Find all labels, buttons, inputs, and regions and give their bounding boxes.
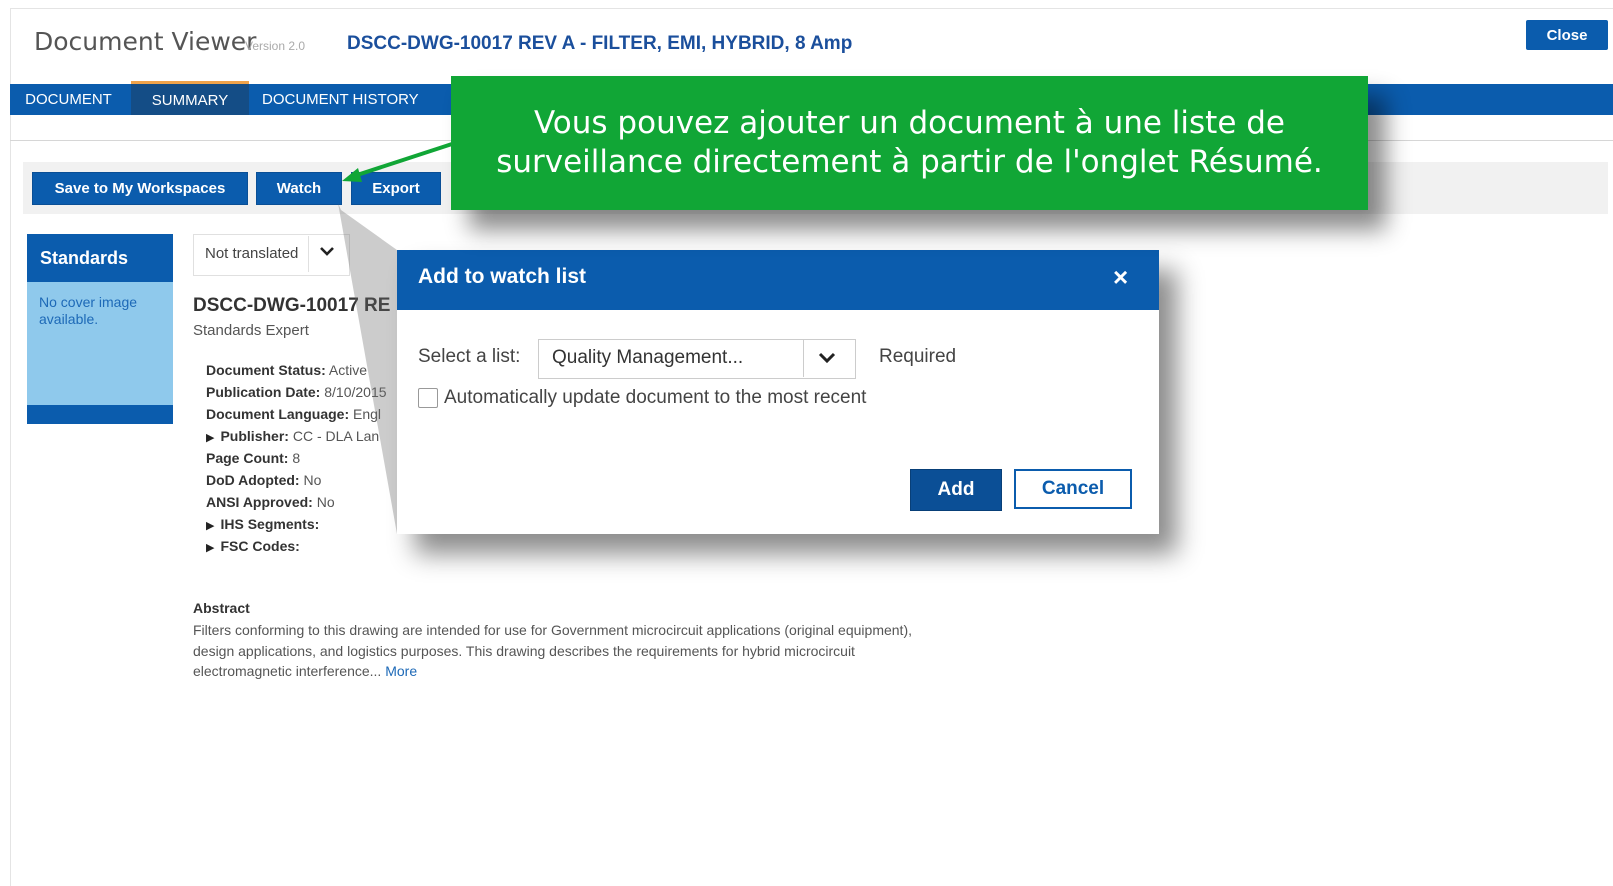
auto-update-label[interactable]: Automatically update document to the mos… [444,387,866,409]
language-select-value: Not translated [205,245,299,262]
close-icon[interactable]: × [1113,262,1128,293]
watch-list-select-value: Quality Management... [552,347,744,368]
meta-dod-adopted: DoD Adopted: No [206,472,322,488]
auto-update-checkbox[interactable] [418,388,438,408]
select-list-label: Select a list: [418,346,521,367]
abstract-text: Filters conforming to this drawing are i… [193,622,912,679]
instruction-callout: Vous pouvez ajouter un document à une li… [451,76,1368,210]
meta-ihs-segments[interactable]: ▶ IHS Segments: [206,516,319,532]
meta-document-status: Document Status: Active [206,362,368,378]
expand-triangle-icon[interactable]: ▶ [206,519,214,532]
abstract-heading: Abstract [193,600,250,616]
export-button[interactable]: Export [351,172,441,205]
tab-summary[interactable]: SUMMARY [131,81,249,115]
expand-triangle-icon[interactable]: ▶ [206,541,214,554]
more-link[interactable]: More [385,663,417,679]
meta-publisher[interactable]: ▶ Publisher: CC - DLA Lan [206,428,379,444]
required-label: Required [879,346,957,367]
document-heading: DSCC-DWG-10017 RE [193,295,391,316]
standards-footer [27,405,173,424]
standards-heading: Standards [27,234,173,282]
chevron-down-icon[interactable] [320,244,334,262]
watch-list-select-divider [803,340,804,377]
add-button[interactable]: Add [910,469,1002,511]
meta-page-count: Page Count: 8 [206,450,301,466]
close-button[interactable]: Close [1526,20,1608,50]
tab-document-history[interactable]: DOCUMENT HISTORY [262,84,432,115]
watch-button[interactable]: Watch [256,172,342,205]
meta-fsc-codes[interactable]: ▶ FSC Codes: [206,538,300,554]
language-select-divider [308,236,309,272]
meta-document-language: Document Language: Engl [206,406,382,422]
document-subtitle: Standards Expert [193,322,309,339]
document-title: DSCC-DWG-10017 REV A - FILTER, EMI, HYBR… [347,33,853,54]
save-to-workspaces-button[interactable]: Save to My Workspaces [32,172,248,205]
expand-triangle-icon[interactable]: ▶ [206,431,214,444]
meta-ansi-approved: ANSI Approved: No [206,494,335,510]
dialog-title: Add to watch list [418,265,586,288]
meta-publication-date: Publication Date: 8/10/2015 [206,384,387,400]
app-title: Document Viewer [34,27,257,56]
cancel-button[interactable]: Cancel [1014,469,1132,509]
no-cover-image-text: No cover image available. [39,294,138,327]
app-version: Version 2.0 [245,39,306,53]
chevron-down-icon[interactable] [818,348,836,370]
tab-document[interactable]: DOCUMENT [10,84,127,115]
